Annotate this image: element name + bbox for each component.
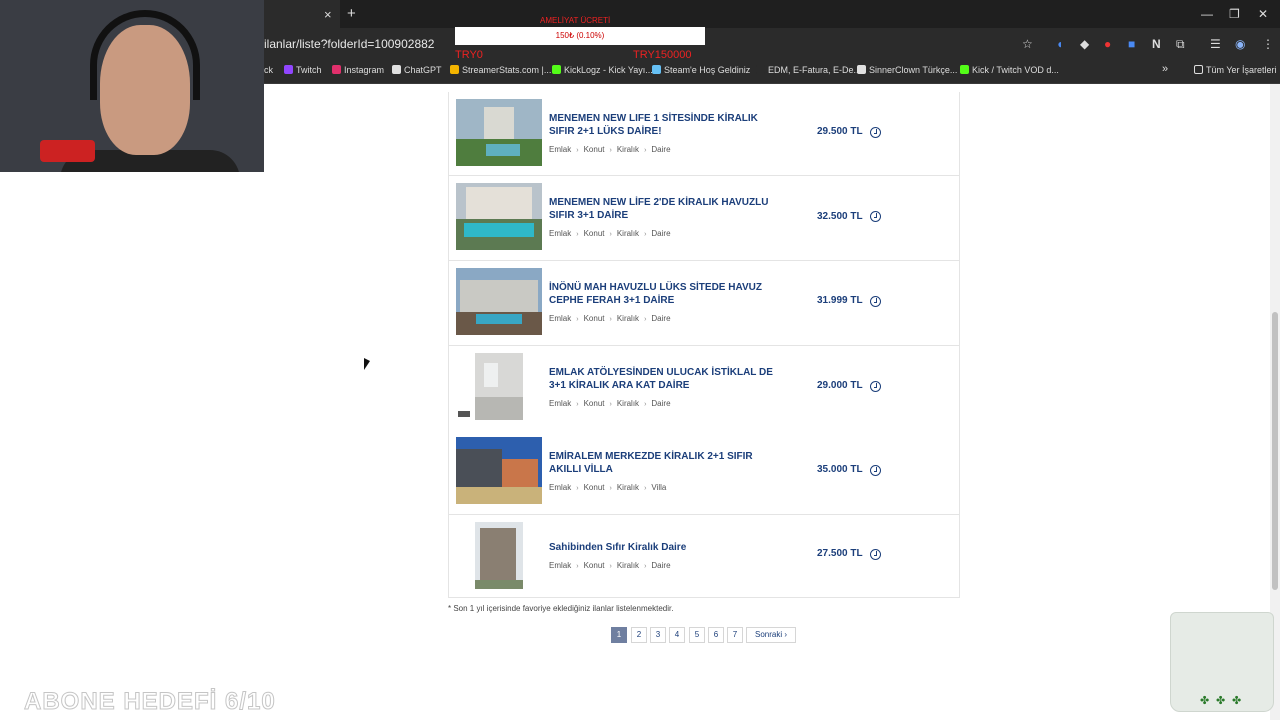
- address-bar[interactable]: ilanlar/liste?folderId=100902882: [264, 37, 434, 51]
- listing-title[interactable]: MENEMEN NEW LİFE 2'DE KİRALIK HAVUZLU SI…: [549, 196, 777, 222]
- bookmark-item[interactable]: ChatGPT: [392, 65, 442, 75]
- all-bookmarks-button[interactable]: Tüm Yer İşaretleri: [1194, 65, 1277, 75]
- listing-row[interactable]: EMLAK ATÖLYESİNDEN ULUCAK İSTİKLAL DE 3+…: [448, 346, 960, 431]
- listing-row[interactable]: Sahibinden Sıfır Kiralık Daire Emlak › Kon…: [448, 515, 960, 598]
- listing-breadcrumb: Emlak › Konut › Kiralık › Daire: [549, 145, 671, 154]
- chart-icon: [450, 65, 459, 74]
- listing-title[interactable]: MENEMEN NEW LIFE 1 SİTESİNDE KİRALIK SIF…: [549, 112, 777, 138]
- bookmark-item[interactable]: ck: [264, 65, 273, 75]
- subscriber-goal-text: ABONE HEDEFİ 6/10: [24, 688, 276, 716]
- listing-breadcrumb: Emlak › Konut › Kiralık › Villa: [549, 483, 667, 492]
- next-page-button[interactable]: Sonraki ›: [746, 627, 796, 643]
- more-menu-icon[interactable]: ⋮: [1262, 37, 1274, 51]
- listing-breadcrumb: Emlak › Konut › Kiralık › Daire: [549, 561, 671, 570]
- mouse-cursor: [364, 358, 370, 370]
- listing-thumbnail[interactable]: [456, 353, 542, 420]
- profile-avatar[interactable]: ◉: [1235, 37, 1245, 51]
- listing-breadcrumb: Emlak › Konut › Kiralık › Daire: [549, 399, 671, 408]
- listing-row[interactable]: MENEMEN NEW LİFE 2'DE KİRALIK HAVUZLU SI…: [448, 176, 960, 261]
- microphone: [40, 140, 95, 162]
- listing-title[interactable]: Sahibinden Sıfır Kiralık Daire: [549, 541, 777, 554]
- bookmark-item[interactable]: Kick / Twitch VOD d...: [960, 65, 1059, 75]
- page-link-7[interactable]: 7: [727, 627, 743, 643]
- kick-icon: [552, 65, 561, 74]
- close-tab-icon[interactable]: ×: [324, 7, 332, 22]
- bookmark-item[interactable]: StreamerStats.com |...: [450, 65, 551, 75]
- instagram-icon: [332, 65, 341, 74]
- price-history-icon[interactable]: [870, 465, 881, 476]
- donation-goal-max: TRY150000: [633, 49, 692, 61]
- price-history-icon[interactable]: [870, 127, 881, 138]
- donation-goal-title: AMELİYAT ÜCRETİ: [540, 16, 611, 25]
- page-link-6[interactable]: 6: [708, 627, 724, 643]
- close-window-icon[interactable]: ✕: [1258, 7, 1268, 21]
- leaf-icon: ✤: [1232, 695, 1242, 707]
- listing-title[interactable]: EMLAK ATÖLYESİNDEN ULUCAK İSTİKLAL DE 3+…: [549, 366, 777, 392]
- headphones: [90, 10, 200, 100]
- price-history-icon[interactable]: [870, 549, 881, 560]
- extension-icon[interactable]: ●: [1104, 37, 1111, 51]
- bookmark-item[interactable]: SinnerClown Türkçe...: [857, 65, 957, 75]
- page-link-1[interactable]: 1: [611, 627, 627, 643]
- bookmark-item[interactable]: EDM, E-Fatura, E-De...: [756, 65, 861, 75]
- price-history-icon[interactable]: [870, 381, 881, 392]
- folder-icon: [756, 65, 765, 74]
- twitch-icon: [284, 65, 293, 74]
- extension-icon[interactable]: ■: [1128, 37, 1135, 51]
- donation-goal-bar: 150₺ (0.10%): [455, 27, 705, 45]
- bookmark-item[interactable]: Instagram: [332, 65, 384, 75]
- donation-goal-min: TRY0: [455, 49, 483, 61]
- page-link-5[interactable]: 5: [689, 627, 705, 643]
- minimize-icon[interactable]: —: [1201, 7, 1213, 21]
- menu-icon[interactable]: ☰: [1210, 37, 1221, 51]
- bookmarks-overflow-button[interactable]: »: [1162, 63, 1168, 75]
- bookmark-star-icon[interactable]: ☆: [1022, 37, 1033, 51]
- listing-row[interactable]: İNÖNÜ MAH HAVUZLU LÜKS SİTEDE HAVUZ CEPH…: [448, 261, 960, 346]
- steam-icon: [652, 65, 661, 74]
- puzzle-icon[interactable]: ⧉: [1176, 37, 1185, 52]
- bookmark-item[interactable]: Steam'e Hoş Geldiniz: [652, 65, 750, 75]
- listing-price: 29.500 TL: [817, 126, 863, 137]
- price-history-icon[interactable]: [870, 211, 881, 222]
- price-history-icon[interactable]: [870, 296, 881, 307]
- webcam-overlay: [0, 0, 264, 172]
- extension-icon[interactable]: ◖: [1056, 37, 1063, 51]
- listing-thumbnail[interactable]: [456, 522, 542, 589]
- kick-icon: [960, 65, 969, 74]
- leaf-icon: ✤: [1216, 695, 1226, 707]
- listing-thumbnail[interactable]: [456, 437, 542, 504]
- listing-thumbnail[interactable]: [456, 183, 542, 250]
- listing-price: 35.000 TL: [817, 464, 863, 475]
- chatgpt-icon: [392, 65, 401, 74]
- folder-icon: [1194, 65, 1203, 74]
- favorites-footnote: * Son 1 yıl içerisinde favoriye eklediği…: [448, 604, 674, 613]
- listing-title[interactable]: İNÖNÜ MAH HAVUZLU LÜKS SİTEDE HAVUZ CEPH…: [549, 281, 777, 307]
- leaf-icon: ✤: [1200, 695, 1210, 707]
- new-tab-button[interactable]: +: [347, 5, 356, 22]
- page-link-4[interactable]: 4: [669, 627, 685, 643]
- listing-price: 29.000 TL: [817, 380, 863, 391]
- page-link-2[interactable]: 2: [631, 627, 647, 643]
- scrollbar-thumb[interactable]: [1272, 312, 1278, 590]
- listing-breadcrumb: Emlak › Konut › Kiralık › Daire: [549, 314, 671, 323]
- globe-icon: [857, 65, 866, 74]
- bookmark-item[interactable]: Twitch: [284, 65, 322, 75]
- listing-row[interactable]: MENEMEN NEW LIFE 1 SİTESİNDE KİRALIK SIF…: [448, 92, 960, 176]
- listing-thumbnail[interactable]: [456, 268, 542, 335]
- page-link-3[interactable]: 3: [650, 627, 666, 643]
- listing-row[interactable]: EMİRALEM MERKEZDE KİRALIK 2+1 SIFIR AKIL…: [448, 430, 960, 515]
- extension-icon[interactable]: ◆: [1080, 37, 1089, 51]
- bookmark-item[interactable]: KickLogz - Kick Yayı...: [552, 65, 653, 75]
- listing-thumbnail[interactable]: [456, 99, 542, 166]
- listing-price: 31.999 TL: [817, 295, 863, 306]
- listing-price: 32.500 TL: [817, 211, 863, 222]
- listing-title[interactable]: EMİRALEM MERKEZDE KİRALIK 2+1 SIFIR AKIL…: [549, 450, 777, 476]
- listing-price: 27.500 TL: [817, 548, 863, 559]
- notion-icon[interactable]: N: [1152, 37, 1161, 51]
- maximize-icon[interactable]: ❐: [1229, 7, 1240, 21]
- listing-breadcrumb: Emlak › Konut › Kiralık › Daire: [549, 229, 671, 238]
